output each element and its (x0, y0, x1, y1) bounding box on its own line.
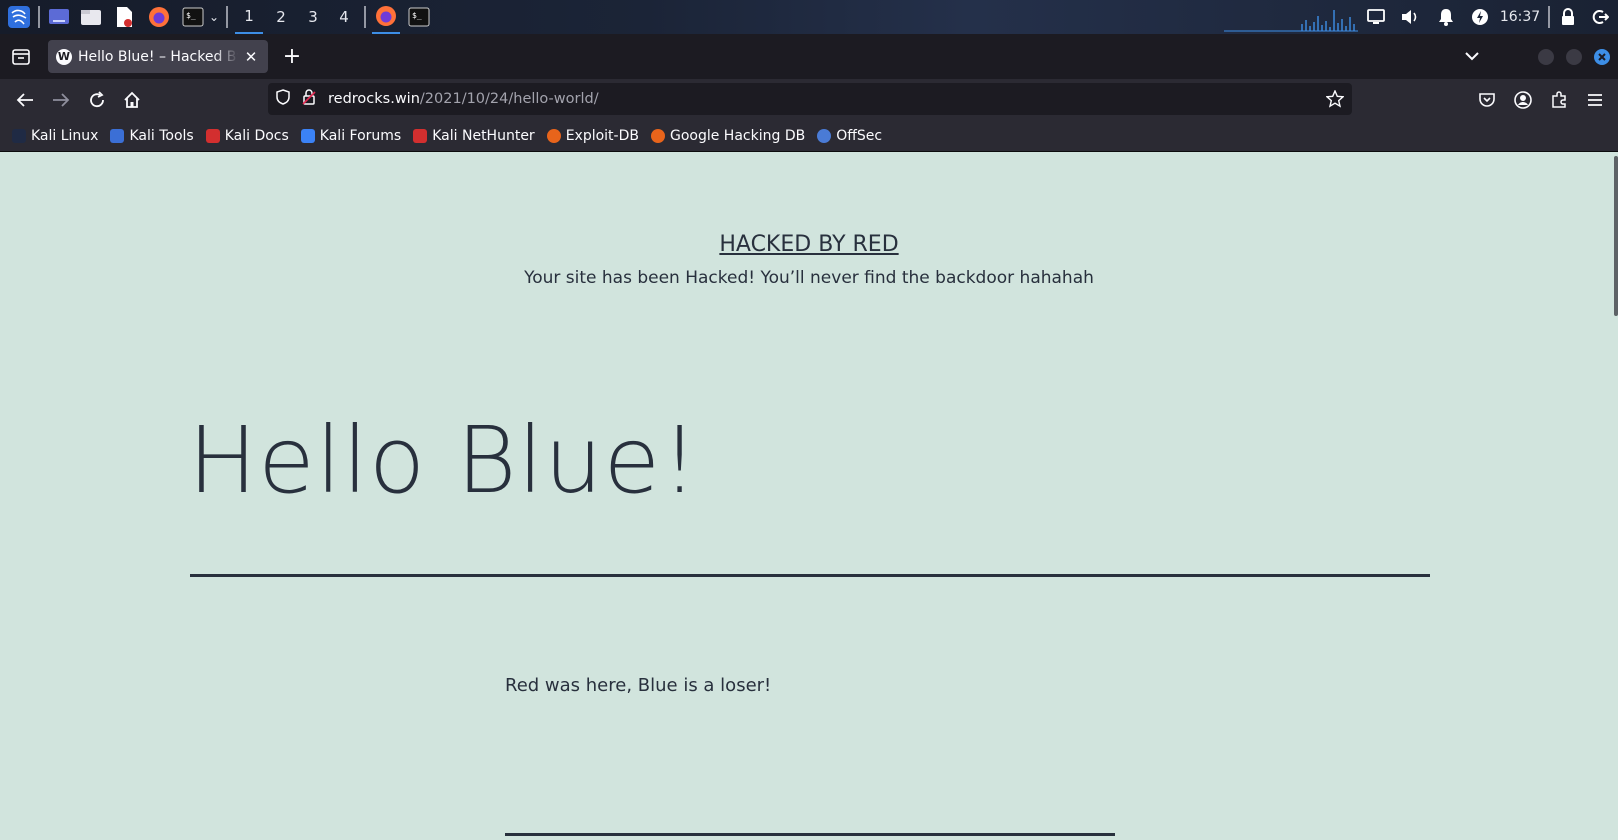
forward-arrow-icon (53, 93, 70, 107)
firefox-view-icon[interactable] (8, 44, 34, 70)
lock-icon[interactable] (1556, 0, 1580, 34)
web-page: HACKED BY RED Your site has been Hacked!… (0, 152, 1618, 840)
bookmark-offsec[interactable]: OffSec (817, 128, 882, 144)
account-icon (1514, 91, 1532, 109)
exploit-db-icon (546, 129, 561, 143)
close-icon (1598, 53, 1606, 61)
tab-title: Hello Blue! – Hacked By Red (78, 48, 238, 65)
terminal-window-icon[interactable]: $_ (406, 0, 432, 34)
scrollbar-thumb[interactable] (1614, 156, 1618, 316)
insecure-lock-icon[interactable] (302, 89, 316, 109)
top-panel: $_ ⌄ 1 2 3 4 $_ 16:37 (0, 0, 1618, 34)
tracking-protection-shield-icon[interactable] (276, 89, 290, 109)
workspace-1[interactable]: 1 (235, 0, 263, 34)
new-tab-button[interactable]: + (278, 42, 306, 70)
kali-dragon-icon (12, 129, 26, 143)
desktop-icon[interactable] (46, 0, 72, 34)
svg-text:$_: $_ (186, 11, 196, 20)
text-editor-icon[interactable] (112, 0, 136, 34)
workspace-4[interactable]: 4 (330, 0, 358, 34)
close-tab-icon[interactable]: ✕ (242, 48, 260, 66)
logout-icon[interactable] (1588, 0, 1612, 34)
bookmark-label: Kali Forums (319, 128, 402, 144)
bookmark-exploit-db[interactable]: Exploit-DB (546, 128, 639, 144)
bookmark-label: Kali Tools (129, 128, 194, 144)
terminal-icon[interactable]: $_ (180, 0, 206, 34)
close-window-button[interactable] (1594, 49, 1610, 65)
firefox-icon[interactable] (146, 0, 172, 34)
volume-icon[interactable] (1398, 0, 1422, 34)
pocket-button[interactable] (1472, 85, 1502, 115)
display-icon[interactable] (1364, 0, 1388, 34)
chevron-down-icon[interactable]: ⌄ (206, 0, 222, 34)
kali-docs-icon (205, 129, 220, 143)
bookmark-label: Kali Linux (31, 128, 99, 144)
home-button[interactable] (117, 85, 147, 115)
bookmark-label: Kali Docs (224, 128, 289, 144)
offsec-icon (817, 129, 832, 143)
back-arrow-icon (16, 93, 33, 107)
account-button[interactable] (1508, 85, 1538, 115)
pocket-icon (1479, 93, 1495, 107)
nethunter-icon (413, 129, 428, 143)
bookmark-star-icon[interactable] (1325, 89, 1345, 112)
wordpress-icon: W (56, 48, 72, 65)
kali-tools-icon (110, 129, 125, 143)
notification-bell-icon[interactable] (1434, 0, 1458, 34)
forward-button[interactable] (46, 85, 76, 115)
network-monitor (1222, 0, 1358, 34)
tab-strip: W Hello Blue! – Hacked By Red ✕ + (0, 34, 1618, 79)
bookmark-kali-forums[interactable]: Kali Forums (300, 128, 402, 144)
puzzle-icon (1552, 91, 1566, 108)
bookmark-label: Exploit-DB (565, 128, 639, 144)
post-title: Hello Blue! (188, 407, 700, 514)
workspace-label: 2 (276, 8, 286, 26)
bookmark-label: Kali NetHunter (432, 128, 535, 144)
navigation-toolbar: redrocks.win/2021/10/24/hello-world/ (0, 79, 1618, 121)
page-scrollbar[interactable] (1612, 152, 1618, 840)
home-icon (124, 91, 140, 108)
extensions-button[interactable] (1544, 85, 1574, 115)
app-menu-button[interactable] (1580, 85, 1610, 115)
site-description: Your site has been Hacked! You’ll never … (524, 268, 1094, 288)
reload-icon (90, 91, 104, 108)
workspace-2[interactable]: 2 (267, 0, 295, 34)
minimize-button[interactable] (1538, 49, 1554, 65)
reload-button[interactable] (82, 85, 112, 115)
file-manager-icon[interactable] (78, 0, 104, 34)
bookmark-kali-docs[interactable]: Kali Docs (205, 128, 289, 144)
bookmark-kali-nethunter[interactable]: Kali NetHunter (413, 128, 535, 144)
back-button[interactable] (10, 85, 40, 115)
kali-menu-icon[interactable] (4, 0, 34, 34)
bookmark-kali-linux[interactable]: Kali Linux (12, 128, 98, 144)
firefox-window-icon[interactable] (372, 0, 400, 34)
kali-forums-icon (300, 129, 315, 143)
post-body: Red was here, Blue is a loser! (505, 675, 772, 696)
power-icon[interactable] (1468, 0, 1492, 34)
bookmarks-toolbar: Kali Linux Kali Tools Kali Docs Kali For… (0, 121, 1618, 152)
url-bar[interactable]: redrocks.win/2021/10/24/hello-world/ (268, 83, 1352, 115)
ghdb-icon (650, 129, 665, 143)
list-all-tabs-icon[interactable] (1458, 42, 1486, 70)
hamburger-menu-icon (1588, 94, 1602, 106)
workspace-label: 3 (308, 8, 318, 26)
workspace-label: 4 (339, 8, 349, 26)
tab-hello-blue[interactable]: W Hello Blue! – Hacked By Red ✕ (48, 40, 268, 73)
url-text: redrocks.win/2021/10/24/hello-world/ (328, 91, 599, 107)
clock[interactable]: 16:37 (1496, 0, 1544, 34)
title-divider (190, 574, 1430, 577)
url-path: /2021/10/24/hello-world/ (419, 91, 599, 107)
svg-text:$_: $_ (412, 11, 422, 20)
site-title-link[interactable]: HACKED BY RED (0, 232, 1618, 257)
bookmark-label: Google Hacking DB (669, 128, 806, 144)
workspace-3[interactable]: 3 (299, 0, 327, 34)
clock-label: 16:37 (1499, 9, 1541, 25)
bookmark-google-hacking-db[interactable]: Google Hacking DB (650, 128, 806, 144)
bookmark-kali-tools[interactable]: Kali Tools (110, 128, 194, 144)
maximize-button[interactable] (1566, 49, 1582, 65)
bookmark-label: OffSec (836, 128, 883, 144)
workspace-label: 1 (244, 7, 254, 25)
content-divider (505, 833, 1115, 836)
url-host: redrocks.win (328, 91, 420, 107)
